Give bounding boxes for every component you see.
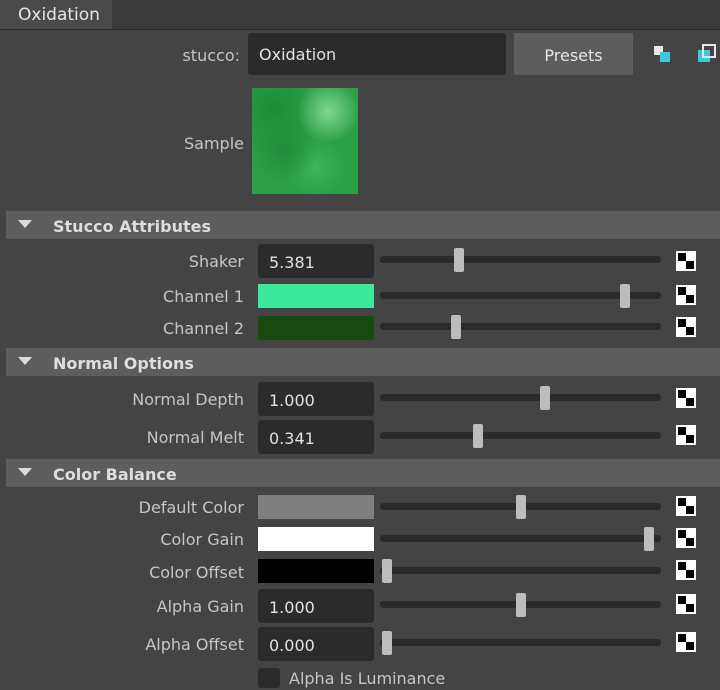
section-normal-options[interactable]: Normal Options (6, 348, 720, 376)
tab-oxidation[interactable]: Oxidation (0, 0, 112, 30)
collapse-triangle-icon (18, 468, 32, 476)
map-checker-icon[interactable] (676, 496, 696, 516)
channel1-label: Channel 1 (163, 287, 244, 306)
channel1-slider[interactable] (380, 292, 661, 299)
channel1-slider-thumb[interactable] (619, 284, 630, 308)
node-type-label: stucco: (182, 46, 240, 65)
default-color-label: Default Color (138, 498, 244, 517)
alpha-offset-label: Alpha Offset (145, 635, 244, 654)
default-color-swatch[interactable] (258, 495, 374, 519)
map-checker-icon[interactable] (676, 632, 696, 652)
color-offset-swatch[interactable] (258, 559, 374, 583)
alpha-gain-label: Alpha Gain (156, 597, 244, 616)
normal-melt-label: Normal Melt (146, 428, 244, 447)
normal-melt-slider[interactable] (380, 432, 661, 439)
color-gain-slider[interactable] (380, 535, 661, 542)
normal-depth-label: Normal Depth (132, 390, 244, 409)
section-title: Stucco Attributes (53, 217, 212, 236)
section-stucco-attributes[interactable]: Stucco Attributes (6, 211, 720, 239)
map-checker-icon[interactable] (676, 388, 696, 408)
section-color-balance[interactable]: Color Balance (6, 459, 720, 487)
section-title: Normal Options (53, 354, 194, 373)
channel2-color-swatch[interactable] (258, 316, 374, 340)
alpha-gain-field[interactable]: 1.000 (258, 589, 374, 623)
map-checker-icon[interactable] (676, 560, 696, 580)
channel2-slider[interactable] (380, 323, 661, 330)
alpha-is-luminance-label: Alpha Is Luminance (289, 669, 446, 688)
copy-tab-icon[interactable] (652, 44, 672, 64)
map-button-icon[interactable] (696, 44, 716, 64)
section-title: Color Balance (53, 465, 177, 484)
sample-label: Sample (184, 134, 244, 153)
normal-depth-slider[interactable] (380, 394, 661, 401)
normal-depth-field[interactable]: 1.000 (258, 382, 374, 416)
color-offset-slider-thumb[interactable] (382, 559, 392, 583)
map-checker-icon[interactable] (676, 528, 696, 548)
normal-melt-field[interactable]: 0.341 (258, 420, 374, 454)
channel2-slider-thumb[interactable] (451, 315, 462, 339)
default-color-slider-thumb[interactable] (515, 495, 526, 519)
map-checker-icon[interactable] (676, 425, 696, 445)
sample-swatch (252, 88, 358, 194)
alpha-gain-slider-thumb[interactable] (515, 593, 526, 617)
shaker-label: Shaker (188, 252, 244, 271)
alpha-offset-slider[interactable] (380, 639, 661, 646)
collapse-triangle-icon (18, 220, 32, 228)
color-offset-slider[interactable] (380, 567, 661, 574)
color-gain-slider-thumb[interactable] (643, 527, 654, 551)
map-checker-icon[interactable] (676, 594, 696, 614)
presets-button[interactable]: Presets (514, 33, 633, 75)
map-checker-icon[interactable] (676, 285, 696, 305)
map-checker-icon[interactable] (676, 317, 696, 337)
shaker-slider[interactable] (380, 256, 661, 263)
shaker-field[interactable]: 5.381 (258, 244, 374, 278)
shaker-slider-thumb[interactable] (454, 248, 465, 272)
tab-divider (0, 29, 720, 30)
alpha-offset-slider-thumb[interactable] (382, 631, 392, 655)
map-checker-icon[interactable] (676, 251, 696, 271)
normal-melt-slider-thumb[interactable] (472, 424, 483, 448)
normal-depth-slider-thumb[interactable] (539, 386, 550, 410)
alpha-is-luminance-checkbox[interactable] (258, 668, 280, 688)
color-offset-label: Color Offset (149, 563, 244, 582)
channel1-color-swatch[interactable] (258, 284, 374, 308)
alpha-offset-field[interactable]: 0.000 (258, 627, 374, 661)
color-gain-label: Color Gain (160, 530, 244, 549)
channel2-label: Channel 2 (163, 319, 244, 338)
color-gain-swatch[interactable] (258, 527, 374, 551)
node-name-field[interactable]: Oxidation (248, 33, 506, 75)
collapse-triangle-icon (18, 357, 32, 365)
